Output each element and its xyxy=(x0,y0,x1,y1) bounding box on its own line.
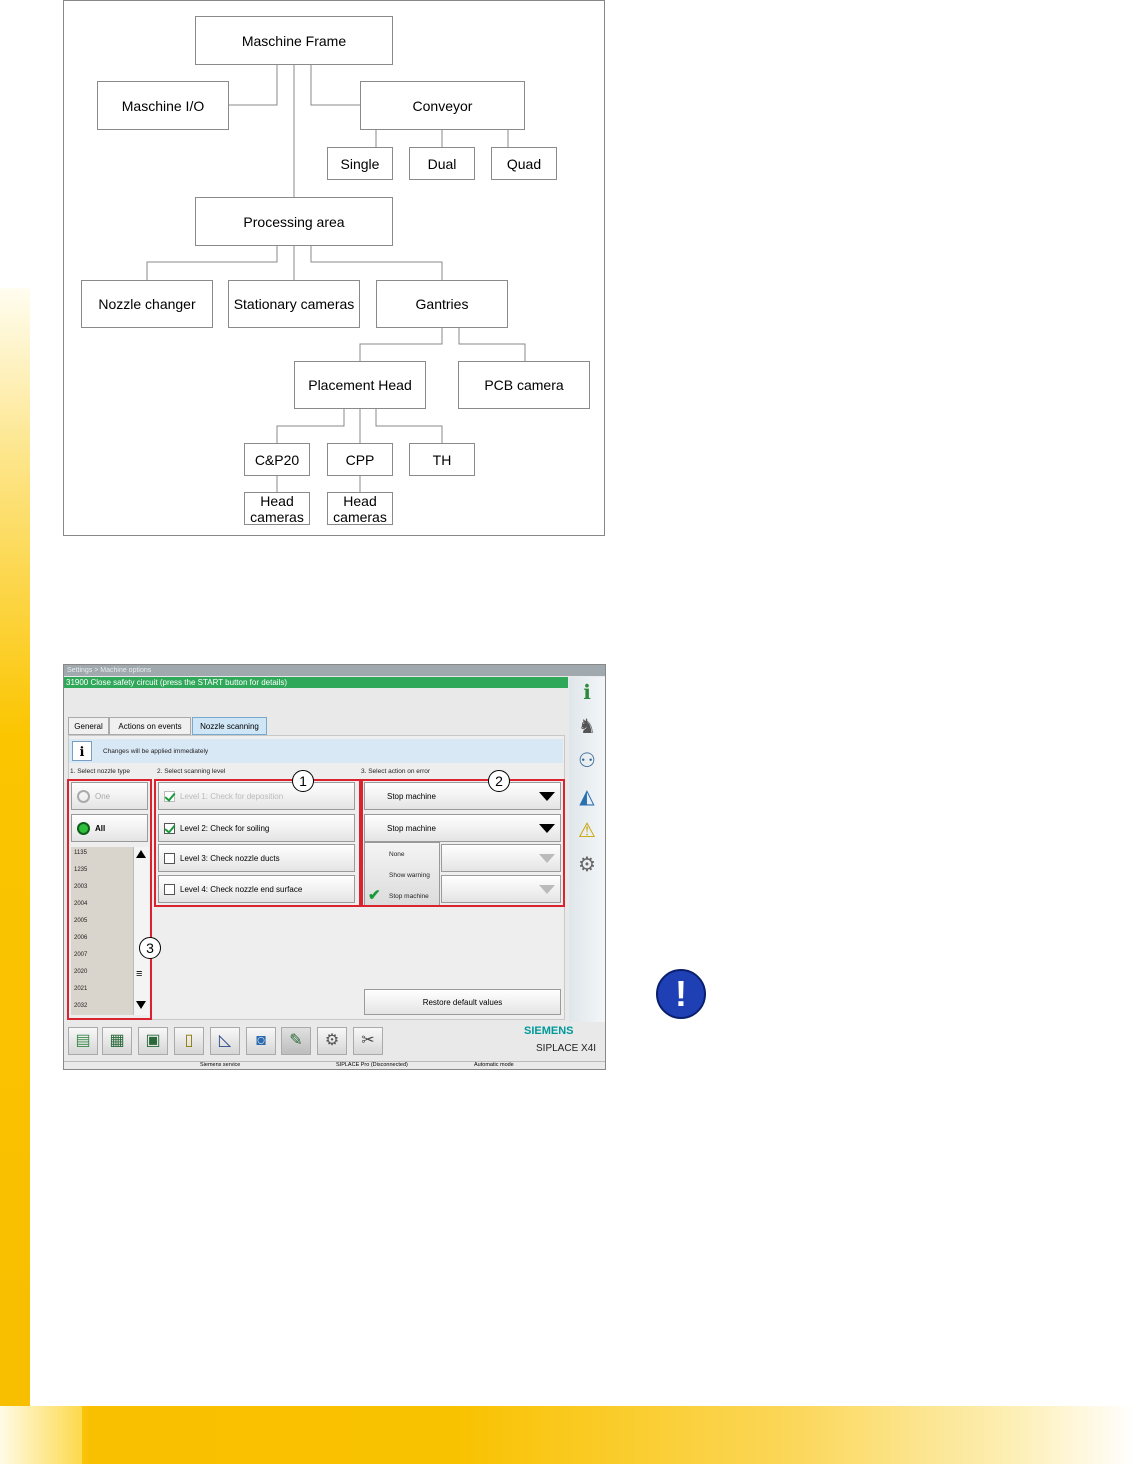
restore-defaults-button[interactable]: Restore default values xyxy=(364,989,561,1015)
bottom-accent-corner xyxy=(0,1406,82,1464)
nozzle-scanning-screenshot: Settings > Machine options 31900 Close s… xyxy=(63,664,606,1070)
left-accent-bar xyxy=(0,288,30,1408)
cpp-box: CPP xyxy=(327,443,393,476)
section-3-label: 3. Select action on error xyxy=(361,768,431,775)
tab-actions-on-events[interactable]: Actions on events xyxy=(109,717,191,735)
tool-icon[interactable]: ✂ xyxy=(353,1027,383,1055)
callout-2: 2 xyxy=(488,770,510,792)
cp20-box: C&P20 xyxy=(244,443,310,476)
info-icon[interactable]: ℹ xyxy=(573,679,601,707)
bottom-accent-bar xyxy=(0,1406,1136,1464)
status-user: Siemens service xyxy=(200,1062,241,1068)
highlight-scanning-level xyxy=(154,779,361,907)
tab-general[interactable]: General xyxy=(68,717,109,735)
nozzle-icon[interactable]: ✎ xyxy=(281,1027,311,1055)
callout-1: 1 xyxy=(292,770,314,792)
callout-3: 3 xyxy=(139,937,161,959)
machine-structure-diagram: Maschine Frame Maschine I/O Conveyor Sin… xyxy=(63,0,605,536)
nozzle-changer-box: Nozzle changer xyxy=(81,280,213,328)
quad-box: Quad xyxy=(491,147,557,180)
processing-area-box: Processing area xyxy=(195,197,393,246)
breadcrumb: Settings > Machine options xyxy=(64,665,605,676)
wrench-icon[interactable]: ⚙ xyxy=(573,851,601,879)
status-connection: SIPLACE Pro (Disconnected) xyxy=(336,1062,408,1068)
chart-icon[interactable]: ◺ xyxy=(210,1027,240,1055)
pcb-camera-box: PCB camera xyxy=(458,361,590,409)
placement-head-box: Placement Head xyxy=(294,361,426,409)
dual-box: Dual xyxy=(409,147,475,180)
highlight-nozzle-type xyxy=(67,779,152,1020)
alarm-bar[interactable]: 31900 Close safety circuit (press the ST… xyxy=(64,677,568,688)
gantries-box: Gantries xyxy=(376,280,508,328)
info-text: Changes will be applied immediately xyxy=(103,748,209,755)
stationary-cameras-box: Stationary cameras xyxy=(228,280,360,328)
th-box: TH xyxy=(409,443,475,476)
maschine-frame-box: Maschine Frame xyxy=(195,16,393,65)
feeder-icon[interactable]: ▯ xyxy=(174,1027,204,1055)
highlight-action-on-error xyxy=(361,779,565,907)
tab-nozzle-scanning[interactable]: Nozzle scanning xyxy=(192,717,267,735)
section-1-label: 1. Select nozzle type xyxy=(70,768,130,775)
users-icon[interactable]: ⚇ xyxy=(573,747,601,775)
info-small-icon: ℹ xyxy=(72,741,92,761)
single-box: Single xyxy=(327,147,393,180)
operator-icon[interactable]: ♞ xyxy=(573,713,601,741)
warning-icon[interactable]: ⚠ xyxy=(573,817,601,845)
model-label: SIPLACE X4I xyxy=(536,1043,597,1054)
maschine-io-box: Maschine I/O xyxy=(97,81,229,130)
section-2-label: 2. Select scanning level xyxy=(157,768,226,775)
status-mode: Automatic mode xyxy=(474,1062,514,1068)
status-bar: Siemens service SIPLACE Pro (Disconnecte… xyxy=(64,1061,605,1069)
head-cameras-box-1: Head cameras xyxy=(244,492,310,525)
camera-icon[interactable]: ◙ xyxy=(246,1027,276,1055)
siemens-logo: SIEMENS xyxy=(524,1025,574,1037)
conveyor-box: Conveyor xyxy=(360,81,525,130)
stack-icon[interactable]: ▤ xyxy=(68,1027,98,1055)
machine-settings-icon[interactable]: ◭ xyxy=(573,783,601,811)
settings-gear-icon[interactable]: ⚙ xyxy=(317,1027,347,1055)
grid-icon[interactable]: ▦ xyxy=(102,1027,132,1055)
head-cameras-box-2: Head cameras xyxy=(327,492,393,525)
board-icon[interactable]: ▣ xyxy=(138,1027,168,1055)
exclamation-icon: ! xyxy=(656,969,706,1019)
